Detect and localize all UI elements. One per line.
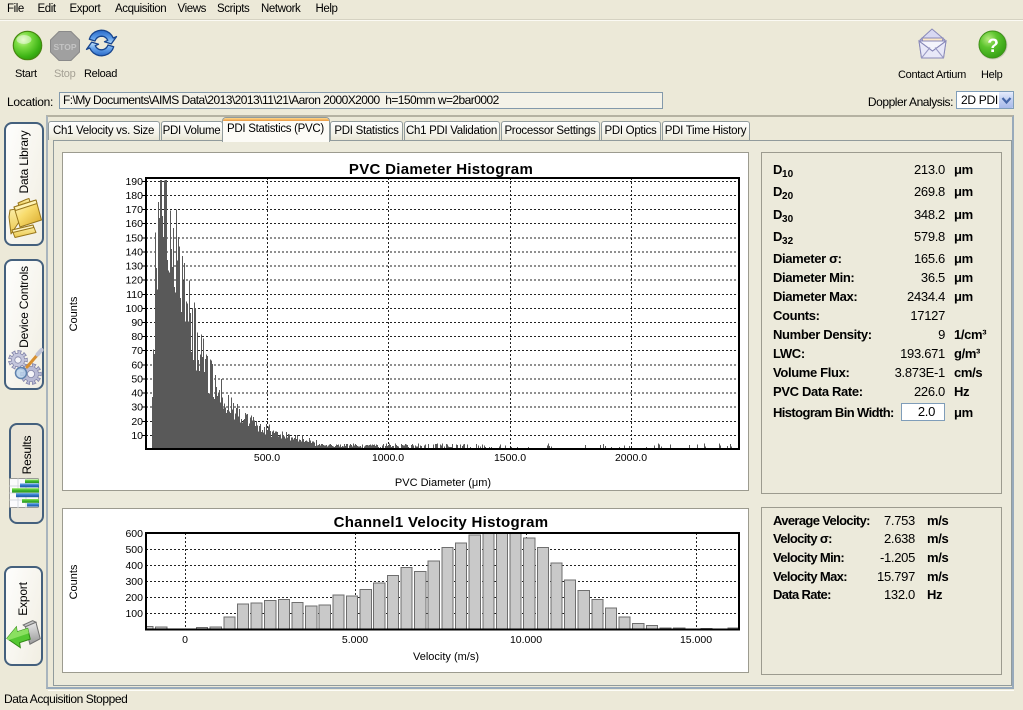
svg-text:5.000: 5.000 [342, 634, 368, 646]
svg-text:1500.0: 1500.0 [494, 452, 526, 464]
svg-text:Channel1 Velocity Histogram: Channel1 Velocity Histogram [334, 514, 549, 531]
svg-text:Counts: Counts [68, 296, 80, 331]
svg-text:40: 40 [131, 388, 143, 400]
svg-text:180: 180 [125, 190, 143, 202]
svg-text:100: 100 [125, 608, 143, 620]
svg-text:15.000: 15.000 [680, 634, 712, 646]
svg-text:10.000: 10.000 [510, 634, 542, 646]
svg-text:2000.0: 2000.0 [615, 452, 647, 464]
svg-text:300: 300 [125, 576, 143, 588]
svg-text:500.0: 500.0 [254, 452, 280, 464]
svg-text:140: 140 [125, 246, 143, 258]
svg-text:STOP: STOP [54, 42, 77, 52]
svg-text:1000.0: 1000.0 [372, 452, 404, 464]
svg-text:110: 110 [126, 289, 143, 301]
svg-text:70: 70 [131, 345, 143, 357]
svg-text:600: 600 [125, 528, 143, 540]
svg-text:10: 10 [131, 430, 143, 442]
svg-text:PVC Diameter Histogram: PVC Diameter Histogram [349, 161, 533, 178]
svg-text:20: 20 [131, 416, 143, 428]
svg-text:80: 80 [131, 331, 143, 343]
svg-text:100: 100 [125, 303, 143, 315]
svg-text:?: ? [987, 36, 999, 57]
svg-text:PVC Diameter (μm): PVC Diameter (μm) [395, 477, 491, 489]
svg-text:170: 170 [125, 204, 143, 216]
svg-text:500: 500 [125, 544, 143, 556]
svg-text:Counts: Counts [68, 564, 80, 599]
svg-text:30: 30 [131, 402, 143, 414]
svg-text:400: 400 [125, 560, 143, 572]
svg-text:Velocity (m/s): Velocity (m/s) [413, 651, 479, 663]
svg-text:0: 0 [182, 634, 188, 646]
svg-text:60: 60 [131, 359, 143, 371]
svg-text:150: 150 [125, 232, 143, 244]
svg-text:190: 190 [125, 176, 143, 188]
svg-text:120: 120 [125, 275, 143, 287]
svg-text:160: 160 [125, 218, 143, 230]
svg-text:130: 130 [125, 261, 143, 273]
svg-text:50: 50 [131, 373, 143, 385]
svg-text:200: 200 [125, 592, 143, 604]
svg-text:90: 90 [131, 317, 143, 329]
